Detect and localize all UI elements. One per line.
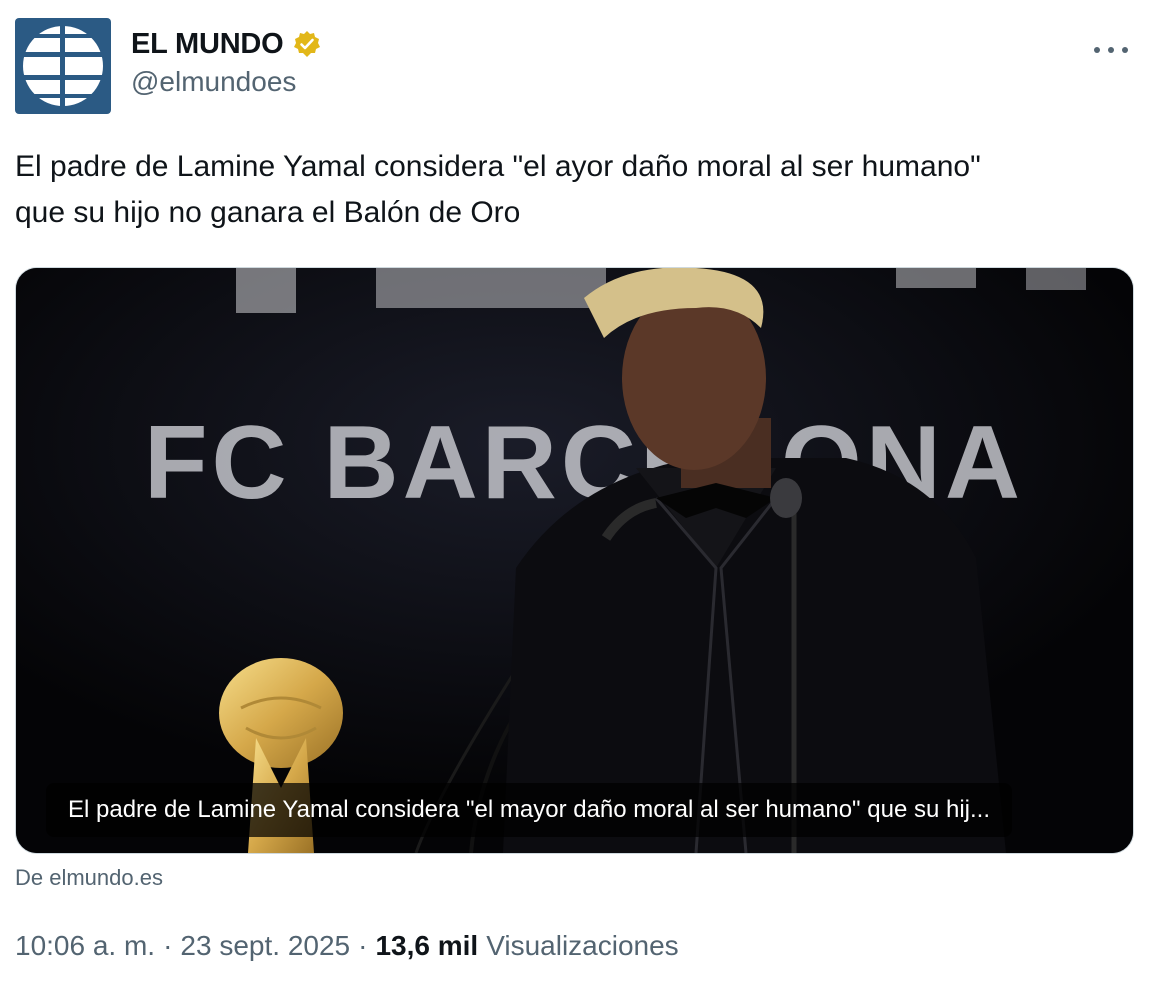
el-mundo-logo	[19, 24, 107, 108]
tweet-meta: 10:06 a. m. · 23 sept. 2025 · 13,6 mil V…	[15, 930, 679, 962]
views-label[interactable]: Visualizaciones	[486, 930, 679, 962]
more-dot	[1094, 47, 1100, 53]
more-options-icon[interactable]	[1094, 40, 1128, 60]
card-image: FC BARCELONA	[16, 268, 1133, 853]
account-display-name[interactable]: EL MUNDO	[131, 28, 284, 61]
more-dot	[1108, 47, 1114, 53]
account-avatar[interactable]	[15, 18, 111, 114]
tweet-text: El padre de Lamine Yamal considera "el a…	[15, 144, 1130, 236]
card-title[interactable]: El padre de Lamine Yamal considera "el m…	[46, 783, 1012, 837]
link-card[interactable]: FC BARCELONA El padre de Lamine Yamal co…	[15, 267, 1134, 854]
tweet-text-line: El padre de Lamine Yamal considera "el a…	[15, 150, 981, 183]
account-name-row[interactable]: EL MUNDO	[131, 24, 322, 64]
tweet-time[interactable]: 10:06 a. m.	[15, 930, 155, 962]
verified-badge-icon	[293, 31, 320, 57]
card-source[interactable]: De elmundo.es	[15, 865, 163, 891]
meta-separator: ·	[163, 930, 173, 961]
account-handle[interactable]: @elmundoes	[131, 66, 296, 98]
more-dot	[1122, 47, 1128, 53]
tweet-text-line: que su hijo no ganara el Balón de Oro	[15, 196, 521, 229]
meta-separator: ·	[358, 930, 368, 961]
tweet-date[interactable]: 23 sept. 2025	[180, 930, 350, 962]
views-count[interactable]: 13,6 mil	[375, 930, 478, 962]
